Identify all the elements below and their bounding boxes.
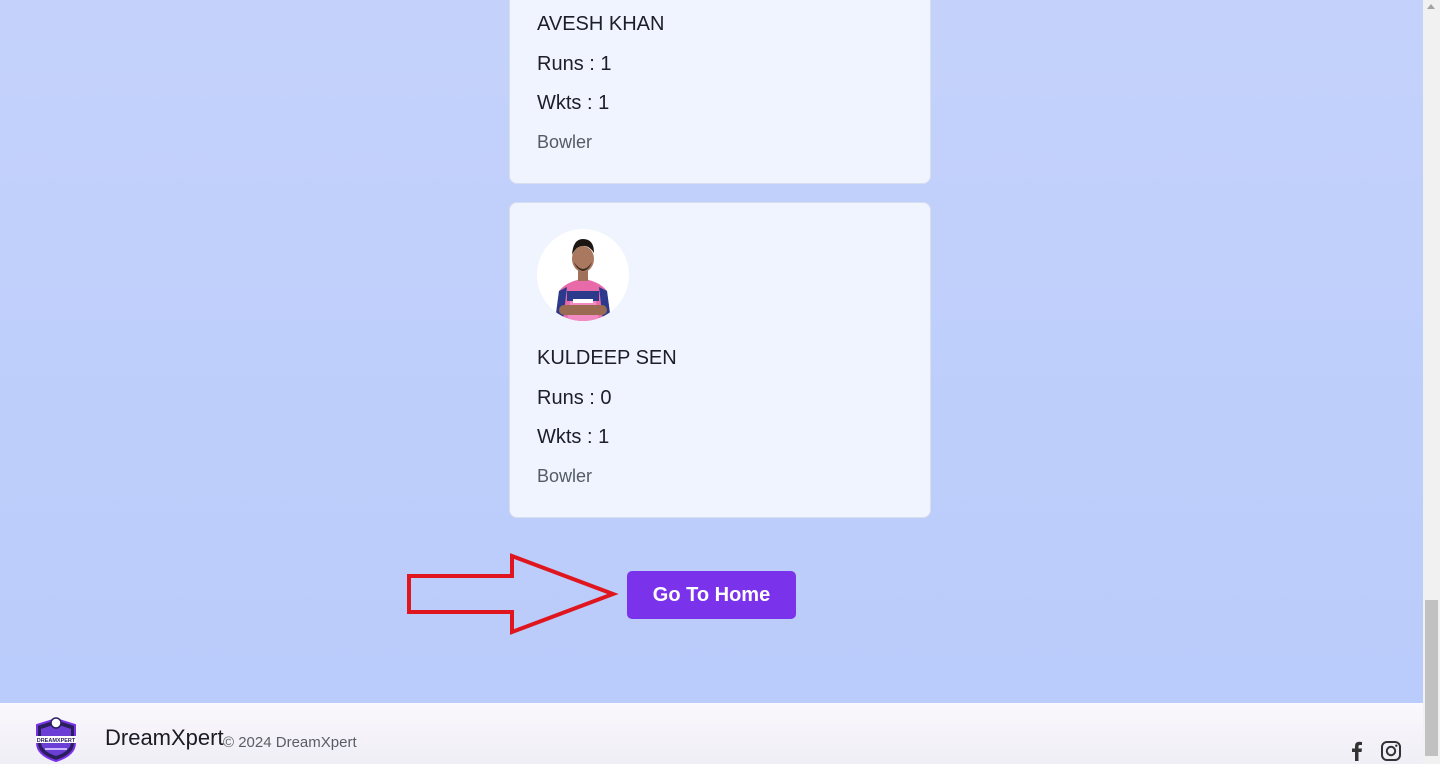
arrow-icon [407,553,619,635]
svg-text:DREAMXPERT: DREAMXPERT [37,738,76,744]
facebook-icon[interactable] [1346,740,1368,762]
player-wickets: Wkts : 1 [537,92,610,114]
player-name: AVESH KHAN [537,13,665,35]
footer: DREAMXPERT DreamXpert © 2024 DreamXpert [0,703,1423,764]
dreamxpert-logo[interactable]: DREAMXPERT [33,715,79,763]
player-card: AVESH KHAN Runs : 1 Wkts : 1 Bowler [509,0,931,184]
player-name: KULDEEP SEN [537,347,677,369]
player-runs: Runs : 1 [537,53,612,75]
player-role: Bowler [537,132,593,152]
player-card: KULDEEP SEN Runs : 0 Wkts : 1 Bowler [509,202,931,518]
player-wickets: Wkts : 1 [537,426,610,448]
instagram-icon[interactable] [1380,740,1402,762]
scroll-up-icon[interactable] [1427,4,1435,9]
footer-brand[interactable]: DreamXpert [105,725,224,751]
scrollbar-thumb[interactable] [1425,600,1438,756]
scrollbar[interactable] [1423,0,1440,764]
player-runs: Runs : 0 [537,387,612,409]
player-avatar [537,229,629,321]
player-role: Bowler [537,466,593,486]
main-content: AVESH KHAN Runs : 1 Wkts : 1 Bowler KULD… [0,0,1423,703]
copyright-text: © 2024 DreamXpert [223,734,357,751]
go-to-home-button[interactable]: Go To Home [627,571,796,619]
